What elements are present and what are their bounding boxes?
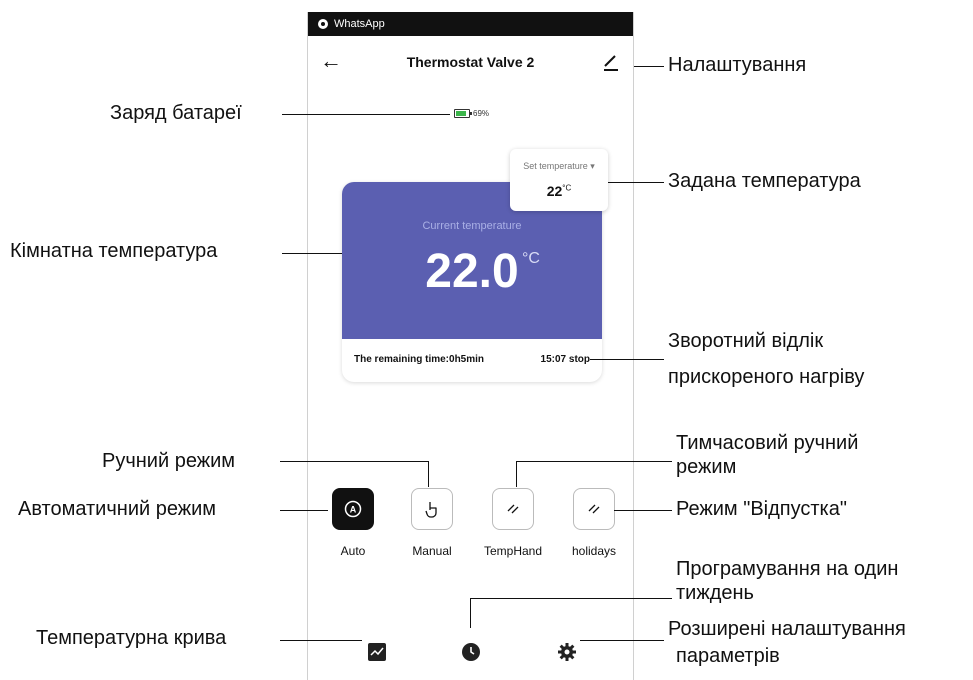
leader-line — [470, 598, 471, 628]
svg-text:A: A — [350, 505, 357, 515]
manual-mode-label: Manual — [412, 544, 452, 558]
leader-line — [590, 359, 664, 360]
boost-remaining-time: The remaining time:0h5min — [354, 354, 485, 365]
annotation-weekly-line2: тиждень — [676, 582, 754, 604]
annotation-curve: Температурна крива — [36, 627, 227, 649]
leader-line — [516, 461, 517, 487]
set-temperature-label: Set temperature ▾ — [523, 161, 595, 171]
annotation-boost-line2: прискореного нагріву — [668, 366, 865, 388]
mode-manual: Manual — [402, 488, 462, 558]
battery-indicator: 69% — [454, 109, 489, 118]
current-temperature-card: Current temperature 22.0 °C The remainin… — [342, 182, 602, 382]
leader-line — [282, 253, 342, 254]
leader-line — [516, 461, 672, 462]
chart-icon[interactable] — [368, 643, 386, 661]
leader-line — [634, 66, 664, 67]
leader-line — [280, 461, 429, 462]
current-temperature-value: 22.0 — [425, 245, 519, 298]
status-app-name: WhatsApp — [334, 18, 385, 30]
manual-mode-button[interactable] — [411, 488, 453, 530]
mode-temphand: TempHand — [483, 488, 543, 558]
current-temperature-label: Current temperature — [422, 220, 522, 232]
auto-mode-label: Auto — [340, 544, 366, 558]
gear-icon[interactable] — [558, 643, 576, 661]
boost-stop-button[interactable]: 15:07 stop — [541, 354, 590, 365]
phone-screen: WhatsApp ← Thermostat Valve 2 69% Curren… — [307, 12, 634, 680]
set-temperature-value: 22°C — [546, 183, 572, 199]
holidays-mode-label: holidays — [571, 544, 617, 558]
annotation-auto: Автоматичний режим — [18, 498, 217, 520]
annotation-battery: Заряд батареї — [110, 102, 242, 124]
leader-line — [428, 461, 429, 487]
clock-icon[interactable] — [462, 643, 480, 661]
current-temperature-unit: °C — [522, 250, 540, 267]
leader-line — [280, 640, 362, 641]
annotation-settings: Налаштування — [668, 54, 807, 76]
page-title: Thermostat Valve 2 — [406, 54, 535, 70]
annotation-weekly-line1: Програмування на один — [676, 558, 899, 580]
temphand-mode-button[interactable] — [492, 488, 534, 530]
leader-line — [282, 114, 450, 115]
leader-line — [614, 510, 672, 511]
set-temperature-dropdown[interactable]: Set temperature ▾ 22°C — [510, 149, 608, 211]
status-bar: WhatsApp — [308, 12, 633, 36]
leader-line — [280, 510, 328, 511]
holidays-icon — [588, 504, 600, 514]
holidays-mode-button[interactable] — [573, 488, 615, 530]
temphand-icon — [507, 504, 519, 514]
mode-holidays: holidays — [564, 488, 624, 558]
annotation-manual: Ручний режим — [102, 450, 236, 472]
annotation-set-temperature: Задана температура — [668, 170, 861, 192]
annotation-temphand-line1: Тимчасовий ручний — [676, 432, 859, 454]
annotation-boost-line1: Зворотний відлік — [668, 330, 824, 352]
annotation-advanced-line2: параметрів — [676, 645, 780, 667]
hand-icon — [425, 502, 437, 518]
auto-mode-button[interactable]: A — [332, 488, 374, 530]
annotation-holiday: Режим "Відпустка" — [676, 498, 847, 520]
annotation-temphand-line2: режим — [676, 456, 737, 478]
auto-icon: A — [344, 500, 362, 518]
leader-line — [608, 182, 664, 183]
leader-line — [580, 640, 664, 641]
edit-icon[interactable] — [601, 50, 621, 72]
battery-icon — [454, 109, 472, 118]
leader-line — [470, 598, 672, 599]
annotation-advanced-line1: Розширені налаштування — [668, 618, 906, 640]
whatsapp-icon — [318, 19, 328, 29]
temphand-mode-label: TempHand — [483, 544, 543, 558]
battery-percent: 69% — [473, 109, 490, 118]
mode-auto: A Auto — [323, 488, 383, 558]
annotation-room-temperature: Кімнатна температура — [10, 240, 218, 262]
